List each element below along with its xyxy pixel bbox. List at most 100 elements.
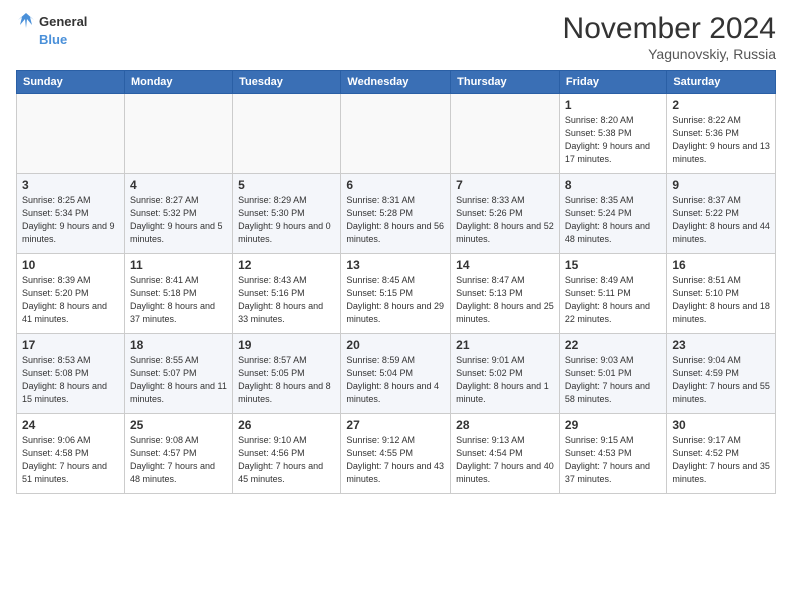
calendar-cell: 23 Sunrise: 9:04 AM Sunset: 4:59 PM Dayli… [667,334,776,414]
col-friday: Friday [559,71,666,94]
calendar-cell: 4 Sunrise: 8:27 AM Sunset: 5:32 PM Daylig… [124,174,232,254]
col-wednesday: Wednesday [341,71,451,94]
day-info: Sunrise: 9:03 AM Sunset: 5:01 PM Dayligh… [565,354,661,406]
calendar-cell [341,94,451,174]
day-number: 27 [346,418,445,432]
calendar-cell: 30 Sunrise: 9:17 AM Sunset: 4:52 PM Dayli… [667,414,776,494]
calendar-cell: 24 Sunrise: 9:06 AM Sunset: 4:58 PM Dayli… [17,414,125,494]
calendar-cell: 6 Sunrise: 8:31 AM Sunset: 5:28 PM Daylig… [341,174,451,254]
day-number: 22 [565,338,661,352]
week-row-2: 3Sunrise: 8:25 AM Sunset: 5:34 PM Daylig… [17,174,776,254]
day-info: Sunrise: 8:47 AM Sunset: 5:13 PM Dayligh… [456,274,554,326]
calendar-cell: 12 Sunrise: 8:43 AM Sunset: 5:16 PM Dayli… [233,254,341,334]
day-info: Sunrise: 9:15 AM Sunset: 4:53 PM Dayligh… [565,434,661,486]
week-row-1: 1 Sunrise: 8:20 AM Sunset: 5:38 PM Daylig… [17,94,776,174]
day-info: Sunrise: 8:31 AM Sunset: 5:28 PM Dayligh… [346,194,445,246]
day-info: Sunrise: 8:45 AM Sunset: 5:15 PM Dayligh… [346,274,445,326]
day-number: 24 [22,418,119,432]
day-info: Sunrise: 9:17 AM Sunset: 4:52 PM Dayligh… [672,434,770,486]
title-block: November 2024 Yagunovskiy, Russia [563,12,776,62]
day-info: Sunrise: 8:20 AM Sunset: 5:38 PM Dayligh… [565,114,661,166]
calendar-cell: 19 Sunrise: 8:57 AM Sunset: 5:05 PM Dayli… [233,334,341,414]
day-info: Sunrise: 8:37 AM Sunset: 5:22 PM Dayligh… [672,194,770,246]
day-info: Sunrise: 9:04 AM Sunset: 4:59 PM Dayligh… [672,354,770,406]
day-number: 13 [346,258,445,272]
day-info: Sunrise: 9:12 AM Sunset: 4:55 PM Dayligh… [346,434,445,486]
day-number: 11 [130,258,227,272]
day-number: 30 [672,418,770,432]
col-thursday: Thursday [451,71,560,94]
day-number: 19 [238,338,335,352]
day-number: 8 [565,178,661,192]
day-info: Sunrise: 8:35 AM Sunset: 5:24 PM Dayligh… [565,194,661,246]
col-saturday: Saturday [667,71,776,94]
calendar-cell: 17 Sunrise: 8:53 AM Sunset: 5:08 PM Dayli… [17,334,125,414]
day-info: Sunrise: 8:25 AM Sunset: 5:34 PM Dayligh… [22,194,119,246]
calendar-cell: 16Sunrise: 8:51 AM Sunset: 5:10 PM Dayli… [667,254,776,334]
day-number: 29 [565,418,661,432]
calendar-cell: 18Sunrise: 8:55 AM Sunset: 5:07 PM Dayli… [124,334,232,414]
day-number: 12 [238,258,335,272]
day-number: 1 [565,98,661,112]
day-number: 2 [672,98,770,112]
day-number: 5 [238,178,335,192]
calendar-cell: 5 Sunrise: 8:29 AM Sunset: 5:30 PM Daylig… [233,174,341,254]
col-monday: Monday [124,71,232,94]
day-number: 7 [456,178,554,192]
calendar-cell: 7 Sunrise: 8:33 AM Sunset: 5:26 PM Daylig… [451,174,560,254]
calendar-cell: 15 Sunrise: 8:49 AM Sunset: 5:11 PM Dayli… [559,254,666,334]
calendar-cell: 1 Sunrise: 8:20 AM Sunset: 5:38 PM Daylig… [559,94,666,174]
day-number: 15 [565,258,661,272]
calendar-cell: 8 Sunrise: 8:35 AM Sunset: 5:24 PM Daylig… [559,174,666,254]
day-info: Sunrise: 8:39 AM Sunset: 5:20 PM Dayligh… [22,274,119,326]
day-info: Sunrise: 9:10 AM Sunset: 4:56 PM Dayligh… [238,434,335,486]
calendar-cell: 25Sunrise: 9:08 AM Sunset: 4:57 PM Dayli… [124,414,232,494]
col-tuesday: Tuesday [233,71,341,94]
calendar-cell: 3Sunrise: 8:25 AM Sunset: 5:34 PM Daylig… [17,174,125,254]
day-number: 26 [238,418,335,432]
header: GeneralBlue November 2024 Yagunovskiy, R… [16,12,776,62]
day-number: 17 [22,338,119,352]
day-info: Sunrise: 9:08 AM Sunset: 4:57 PM Dayligh… [130,434,227,486]
day-info: Sunrise: 9:01 AM Sunset: 5:02 PM Dayligh… [456,354,554,406]
day-info: Sunrise: 9:06 AM Sunset: 4:58 PM Dayligh… [22,434,119,486]
day-number: 20 [346,338,445,352]
calendar-cell: 26 Sunrise: 9:10 AM Sunset: 4:56 PM Dayli… [233,414,341,494]
calendar-cell: 2 Sunrise: 8:22 AM Sunset: 5:36 PM Daylig… [667,94,776,174]
calendar-cell: 14Sunrise: 8:47 AM Sunset: 5:13 PM Dayli… [451,254,560,334]
day-info: Sunrise: 8:59 AM Sunset: 5:04 PM Dayligh… [346,354,445,406]
week-row-3: 10Sunrise: 8:39 AM Sunset: 5:20 PM Dayli… [17,254,776,334]
day-info: Sunrise: 9:13 AM Sunset: 4:54 PM Dayligh… [456,434,554,486]
calendar-cell: 27 Sunrise: 9:12 AM Sunset: 4:55 PM Dayli… [341,414,451,494]
day-number: 6 [346,178,445,192]
month-title: November 2024 [563,12,776,46]
calendar-header-row: Sunday Monday Tuesday Wednesday Thursday… [17,71,776,94]
week-row-5: 24 Sunrise: 9:06 AM Sunset: 4:58 PM Dayli… [17,414,776,494]
day-info: Sunrise: 8:53 AM Sunset: 5:08 PM Dayligh… [22,354,119,406]
day-info: Sunrise: 8:29 AM Sunset: 5:30 PM Dayligh… [238,194,335,246]
day-number: 18 [130,338,227,352]
day-info: Sunrise: 8:57 AM Sunset: 5:05 PM Dayligh… [238,354,335,406]
calendar-cell: 10Sunrise: 8:39 AM Sunset: 5:20 PM Dayli… [17,254,125,334]
calendar-cell [124,94,232,174]
calendar-cell [17,94,125,174]
col-sunday: Sunday [17,71,125,94]
logo: GeneralBlue [16,12,87,47]
week-row-4: 17 Sunrise: 8:53 AM Sunset: 5:08 PM Dayli… [17,334,776,414]
calendar-cell [451,94,560,174]
calendar-table: Sunday Monday Tuesday Wednesday Thursday… [16,70,776,494]
calendar-cell [233,94,341,174]
day-info: Sunrise: 8:22 AM Sunset: 5:36 PM Dayligh… [672,114,770,166]
day-info: Sunrise: 8:49 AM Sunset: 5:11 PM Dayligh… [565,274,661,326]
logo-bird-icon [16,12,36,32]
calendar-cell: 20 Sunrise: 8:59 AM Sunset: 5:04 PM Dayli… [341,334,451,414]
day-number: 4 [130,178,227,192]
day-number: 16 [672,258,770,272]
calendar-cell: 11Sunrise: 8:41 AM Sunset: 5:18 PM Dayli… [124,254,232,334]
day-info: Sunrise: 8:43 AM Sunset: 5:16 PM Dayligh… [238,274,335,326]
day-info: Sunrise: 8:33 AM Sunset: 5:26 PM Dayligh… [456,194,554,246]
day-info: Sunrise: 8:27 AM Sunset: 5:32 PM Dayligh… [130,194,227,246]
calendar-cell: 28Sunrise: 9:13 AM Sunset: 4:54 PM Dayli… [451,414,560,494]
day-number: 23 [672,338,770,352]
calendar-cell: 9Sunrise: 8:37 AM Sunset: 5:22 PM Daylig… [667,174,776,254]
